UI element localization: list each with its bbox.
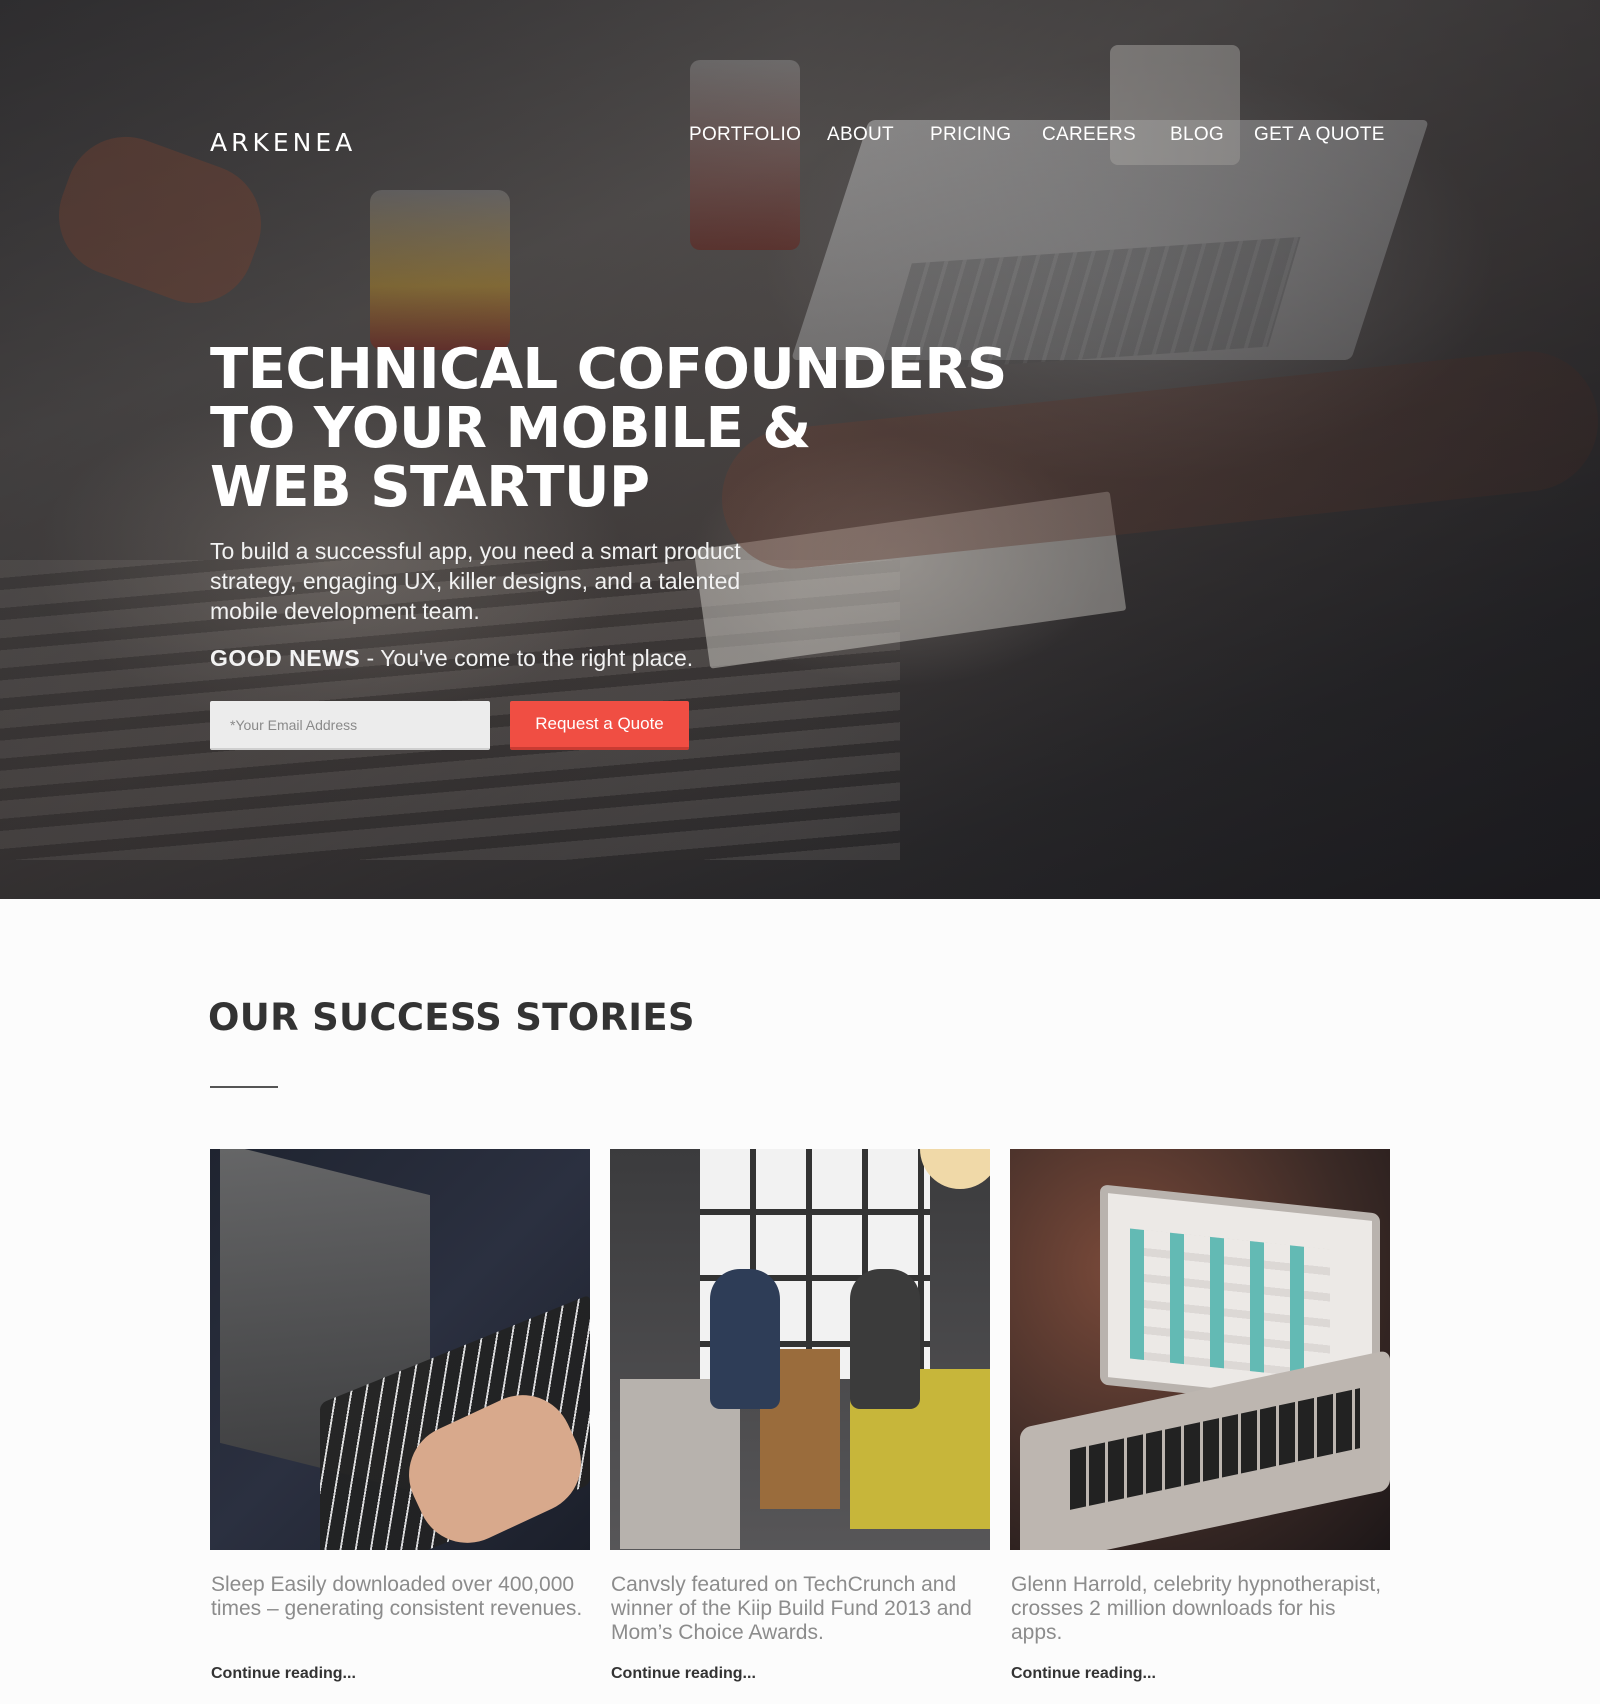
email-input[interactable] (210, 701, 490, 750)
photo-app-grid (1130, 1228, 1330, 1380)
headline-line-1: TECHNICAL COFOUNDERS (210, 337, 1007, 402)
story-card-sleep-easily: Sleep Easily downloaded over 400,000 tim… (210, 1149, 590, 1682)
nav-pricing[interactable]: PRICING (930, 124, 1011, 146)
continue-reading-link[interactable]: Continue reading... (1011, 1665, 1156, 1683)
main-nav: PORTFOLIO ABOUT PRICING CAREERS BLOG GET… (0, 124, 1600, 154)
story-caption: Canvsly featured on TechCrunch and winne… (611, 1573, 972, 1644)
section-title: OUR SUCCESS STORIES (208, 996, 695, 1039)
photo-person-left (710, 1269, 780, 1409)
request-quote-button[interactable]: Request a Quote (510, 701, 689, 750)
hero-subtext: To build a successful app, you need a sm… (210, 538, 741, 624)
photo-person-right (850, 1269, 920, 1409)
headline-line-3: WEB STARTUP (210, 455, 650, 520)
story-image-macbook-apps[interactable] (1010, 1149, 1390, 1550)
continue-reading-link[interactable]: Continue reading... (611, 1665, 756, 1683)
nav-portfolio[interactable]: PORTFOLIO (689, 124, 801, 146)
good-news-line: GOOD NEWS - You've come to the right pla… (210, 645, 910, 672)
continue-reading-link[interactable]: Continue reading... (211, 1665, 356, 1683)
nav-careers[interactable]: CAREERS (1042, 124, 1136, 146)
photo-lamp (920, 1149, 990, 1189)
hero-headline: TECHNICAL COFOUNDERS TO YOUR MOBILE & WE… (210, 340, 1110, 517)
story-image-laptop-typing[interactable] (210, 1149, 590, 1550)
story-caption: Glenn Harrold, celebrity hypnotherapist,… (1011, 1573, 1382, 1644)
nav-about[interactable]: ABOUT (827, 124, 894, 146)
nav-blog[interactable]: BLOG (1170, 124, 1224, 146)
title-divider (210, 1086, 278, 1088)
headline-line-2: TO YOUR MOBILE & (210, 396, 811, 461)
story-card-glenn-harrold: Glenn Harrold, celebrity hypnotherapist,… (1010, 1149, 1390, 1682)
good-news-text: - You've come to the right place. (360, 645, 694, 671)
good-news-label: GOOD NEWS (210, 645, 361, 671)
story-image-meeting[interactable] (610, 1149, 990, 1550)
hero-section: ARKENEA PORTFOLIO ABOUT PRICING CAREERS … (0, 0, 1600, 899)
story-card-canvsly: Canvsly featured on TechCrunch and winne… (610, 1149, 990, 1682)
nav-get-a-quote[interactable]: GET A QUOTE (1254, 124, 1385, 146)
story-caption: Sleep Easily downloaded over 400,000 tim… (211, 1573, 583, 1620)
